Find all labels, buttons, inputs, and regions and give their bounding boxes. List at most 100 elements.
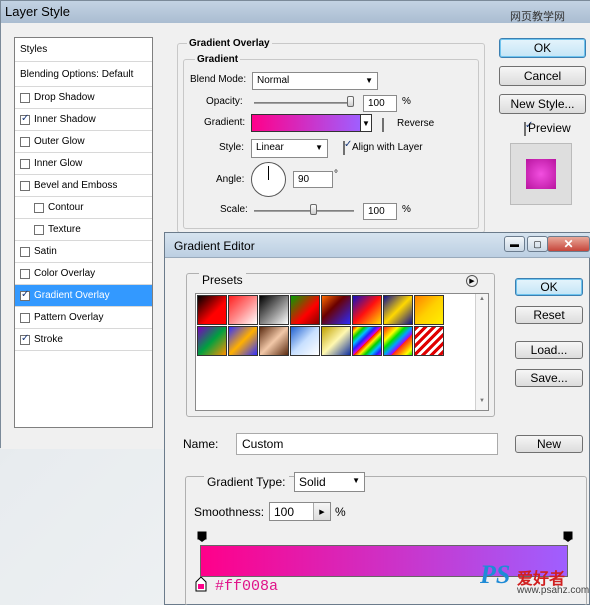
preset-swatch[interactable]: [383, 295, 413, 325]
color-stop-icon[interactable]: [195, 577, 207, 592]
preset-swatch[interactable]: [259, 326, 289, 356]
name-input[interactable]: Custom: [236, 433, 498, 455]
load-button[interactable]: Load...: [515, 341, 583, 359]
scale-slider-thumb[interactable]: [310, 204, 317, 215]
smoothness-input[interactable]: 100 ▶: [269, 502, 331, 521]
smoothness-arrow-icon[interactable]: ▶: [313, 503, 330, 520]
checkbox[interactable]: [20, 180, 30, 191]
blend-mode-select[interactable]: Normal ▼: [252, 72, 378, 90]
preset-swatch[interactable]: [228, 295, 258, 325]
style-select[interactable]: Linear ▼: [251, 139, 328, 158]
dropdown-arrow-icon: ▼: [315, 143, 323, 152]
style-item-gradient-overlay[interactable]: Gradient Overlay: [15, 285, 152, 307]
checkbox[interactable]: [20, 312, 30, 323]
style-item-bevel-emboss[interactable]: Bevel and Emboss: [15, 175, 152, 197]
presets-scrollbar[interactable]: ▲ ▼: [475, 294, 488, 410]
cancel-button[interactable]: Cancel: [499, 66, 586, 86]
preset-swatch[interactable]: [259, 295, 289, 325]
maximize-icon[interactable]: ▢: [527, 236, 548, 252]
angle-value: 90: [298, 174, 310, 185]
style-item-inner-glow[interactable]: Inner Glow: [15, 153, 152, 175]
name-label: Name:: [183, 437, 219, 451]
preset-swatch[interactable]: [321, 295, 351, 325]
angle-dial[interactable]: [251, 162, 286, 197]
preview-checkbox[interactable]: [524, 122, 526, 136]
checkbox[interactable]: [20, 158, 30, 169]
checkbox[interactable]: [20, 246, 30, 257]
reverse-checkbox[interactable]: [382, 118, 384, 132]
opacity-stop-left-icon[interactable]: [197, 531, 207, 543]
ok-button[interactable]: OK: [499, 38, 586, 58]
preset-swatch[interactable]: [290, 295, 320, 325]
style-item-outer-glow[interactable]: Outer Glow: [15, 131, 152, 153]
style-item-texture[interactable]: Texture: [15, 219, 152, 241]
load-label: Load...: [530, 343, 568, 357]
opacity-stop-right-icon[interactable]: [563, 531, 573, 543]
save-button[interactable]: Save...: [515, 369, 583, 387]
angle-input[interactable]: 90: [293, 171, 333, 188]
preview-label: Preview: [528, 121, 571, 135]
checkbox[interactable]: [34, 202, 44, 213]
opacity-value: 100: [368, 98, 385, 109]
preset-swatch[interactable]: [414, 295, 444, 325]
style-item-satin[interactable]: Satin: [15, 241, 152, 263]
layer-style-titlebar[interactable]: Layer Style: [1, 1, 590, 23]
preset-swatch[interactable]: [352, 295, 382, 325]
preset-swatch[interactable]: [290, 326, 320, 356]
preset-swatch[interactable]: [197, 326, 227, 356]
preset-swatch[interactable]: [321, 326, 351, 356]
preset-swatch[interactable]: [383, 326, 413, 356]
style-item-pattern-overlay[interactable]: Pattern Overlay: [15, 307, 152, 329]
gradient-bar[interactable]: [200, 545, 568, 577]
close-icon[interactable]: ✕: [547, 236, 590, 252]
align-with-layer-checkbox[interactable]: [343, 141, 345, 155]
blending-options-item[interactable]: Blending Options: Default: [15, 63, 152, 87]
opacity-input[interactable]: 100: [363, 95, 397, 112]
section-title: Gradient Overlay: [187, 38, 272, 49]
gradient-type-select[interactable]: Solid ▼: [294, 472, 365, 492]
checkbox[interactable]: [20, 136, 30, 147]
new-button[interactable]: New: [515, 435, 583, 453]
checkbox[interactable]: [20, 92, 30, 103]
style-item-label: Color Overlay: [34, 268, 96, 279]
style-item-inner-shadow[interactable]: Inner Shadow: [15, 109, 152, 131]
style-item-drop-shadow[interactable]: Drop Shadow: [15, 87, 152, 109]
angle-degree: °: [334, 169, 338, 180]
reset-button[interactable]: Reset: [515, 306, 583, 324]
new-style-button[interactable]: New Style...: [499, 94, 586, 114]
opacity-slider-thumb[interactable]: [347, 96, 354, 107]
preset-swatch[interactable]: [228, 326, 258, 356]
checkbox[interactable]: [20, 333, 30, 345]
checkbox[interactable]: [34, 224, 44, 235]
presets-well: [195, 293, 489, 411]
minimize-icon[interactable]: ▬: [504, 236, 525, 252]
smoothness-percent: %: [335, 505, 346, 519]
preset-swatch[interactable]: [414, 326, 444, 356]
styles-header-label: Styles: [20, 44, 48, 55]
style-item-contour[interactable]: Contour: [15, 197, 152, 219]
scroll-down-icon[interactable]: ▼: [479, 398, 485, 404]
gradient-editor-titlebar[interactable]: Gradient Editor ▬ ▢ ✕: [165, 233, 590, 258]
presets-label: Presets: [199, 273, 246, 287]
gradient-preview-swatch[interactable]: [251, 114, 361, 132]
align-with-layer-label: Align with Layer: [352, 142, 423, 153]
styles-header[interactable]: Styles: [15, 38, 152, 62]
style-item-color-overlay[interactable]: Color Overlay: [15, 263, 152, 285]
checkbox[interactable]: [20, 268, 30, 279]
preset-swatch[interactable]: [352, 326, 382, 356]
watermark-site: 网页教学网: [510, 11, 565, 23]
presets-menu-arrow-icon[interactable]: ▶: [466, 275, 478, 287]
scale-input[interactable]: 100: [363, 203, 397, 220]
style-item-stroke[interactable]: Stroke: [15, 329, 152, 351]
preview-swatch: [526, 159, 556, 189]
checkbox[interactable]: [20, 289, 30, 301]
scale-slider-track[interactable]: [254, 210, 354, 212]
opacity-slider-track[interactable]: [254, 102, 354, 104]
scroll-up-icon[interactable]: ▲: [479, 296, 485, 302]
ge-ok-button[interactable]: OK: [515, 278, 583, 296]
watermark-logo: PS: [480, 560, 511, 589]
style-item-label: Texture: [48, 224, 81, 235]
gradient-picker-arrow-icon[interactable]: ▼: [360, 114, 372, 132]
checkbox[interactable]: [20, 113, 30, 125]
preset-swatch[interactable]: [197, 295, 227, 325]
